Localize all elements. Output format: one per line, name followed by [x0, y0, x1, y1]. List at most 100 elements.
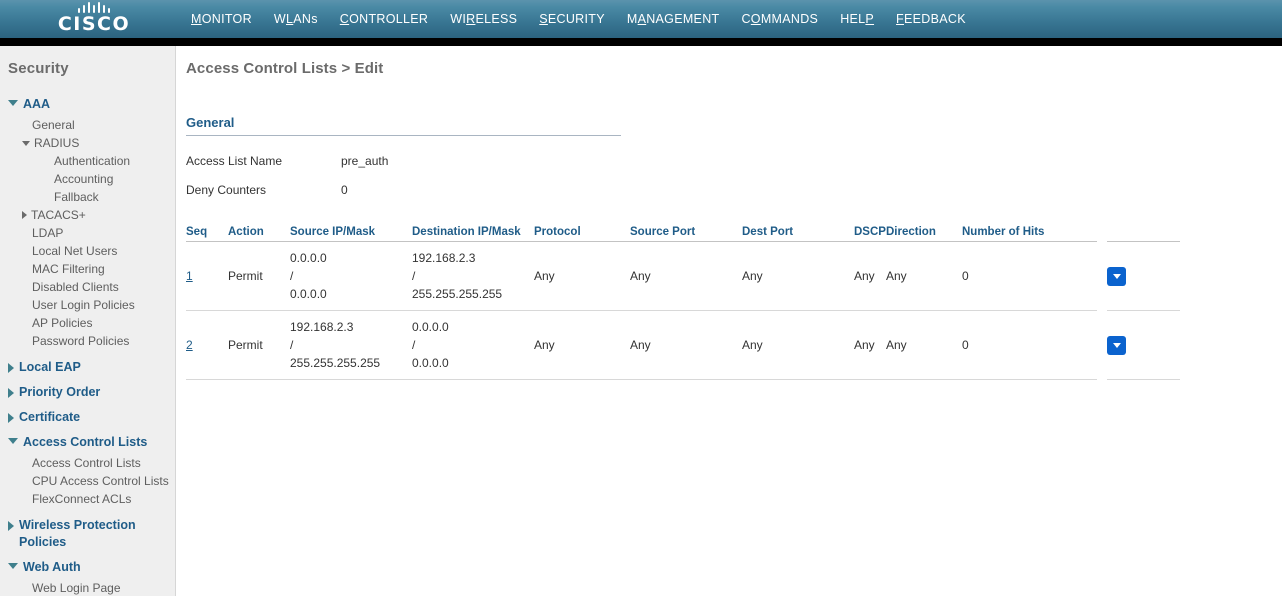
column-header-hits: Number of Hits — [962, 226, 1097, 242]
chevron-right-icon[interactable] — [8, 521, 14, 531]
sidebar-item-label: Fallback — [54, 190, 99, 204]
sidebar-item-web-auth[interactable]: Web Auth — [0, 556, 175, 579]
cell-dest-ip-mask: 192.168.2.3/255.255.255.255 — [412, 241, 534, 311]
main-navigation: MONITOR WLANs CONTROLLER WIRELESS SECURITY MA… — [180, 0, 977, 38]
page-body: Security AAA General RADIUS Authentication A… — [0, 46, 1282, 596]
cisco-logo: CISCO — [48, 2, 140, 35]
sidebar-item-user-login-policies[interactable]: User Login Policies — [0, 296, 175, 314]
table-row: 2 Permit 192.168.2.3/255.255.255.255 0.0.0.… — [186, 310, 1180, 380]
chevron-right-icon[interactable] — [22, 211, 27, 219]
nav-item-wlans[interactable]: WLANs — [263, 0, 329, 38]
column-header-gap — [1097, 226, 1107, 242]
cell-source-ip-mask-text: 0.0.0.0/0.0.0.0 — [290, 251, 327, 301]
sidebar-item-fallback[interactable]: Fallback — [0, 188, 175, 206]
seq-link[interactable]: 2 — [186, 338, 193, 352]
nav-item-label: MONITOR — [191, 11, 252, 26]
nav-item-management[interactable]: MANAGEMENT — [616, 0, 731, 38]
sidebar-item-radius[interactable]: RADIUS — [0, 134, 175, 152]
cell-direction: Any — [886, 241, 962, 311]
section-divider — [186, 135, 621, 136]
table-header-row: Seq Action Source IP/Mask Destination IP… — [186, 226, 1180, 242]
sidebar-item-label: Authentication — [54, 154, 131, 168]
sidebar-item-general[interactable]: General — [0, 116, 175, 134]
sidebar-item-wireless-protection-policies[interactable]: Wireless Protection Policies — [0, 514, 175, 554]
cell-source-ip-mask: 0.0.0.0/0.0.0.0 — [290, 241, 412, 311]
sidebar-item-label: AP Policies — [32, 316, 93, 330]
nav-item-security[interactable]: SECURITY — [528, 0, 616, 38]
table-row: 1 Permit 0.0.0.0/0.0.0.0 192.168.2.3/255.25… — [186, 241, 1180, 311]
sidebar-item-local-net-users[interactable]: Local Net Users — [0, 242, 175, 260]
sidebar-group-items: Web Login PageCertificate — [0, 579, 175, 596]
sidebar-item-aaa[interactable]: AAA — [0, 93, 175, 116]
cell-source-port: Any — [630, 310, 742, 380]
column-header-protocol: Protocol — [534, 226, 630, 242]
chevron-down-icon[interactable] — [8, 438, 18, 444]
cell-action: Permit — [228, 310, 290, 380]
sidebar-item-certificate[interactable]: Certificate — [0, 406, 175, 429]
nav-item-commands[interactable]: COMMANDS — [730, 0, 829, 38]
chevron-down-icon[interactable] — [8, 100, 18, 106]
app-header: CISCO MONITOR WLANs CONTROLLER WIRELESS SECU… — [0, 0, 1282, 38]
nav-item-label: HELP — [840, 11, 875, 26]
nav-item-label: WIRELESS — [450, 11, 518, 26]
chevron-down-icon[interactable] — [22, 140, 30, 146]
nav-item-help[interactable]: HELP — [829, 0, 885, 38]
sidebar-item-ldap[interactable]: LDAP — [0, 224, 175, 242]
sidebar-item-access-control-lists[interactable]: Access Control Lists — [0, 431, 175, 454]
main-content: Access Control Lists > Edit General Acce… — [176, 46, 1282, 596]
sidebar-group-label: Web Auth — [23, 560, 81, 574]
chevron-right-icon[interactable] — [8, 413, 14, 423]
sidebar-item-label: RADIUS — [34, 136, 80, 150]
nav-item-feedback[interactable]: FEEDBACK — [885, 0, 977, 38]
nav-item-wireless[interactable]: WIRELESS — [439, 0, 528, 38]
seq-link[interactable]: 1 — [186, 269, 193, 283]
sidebar-item-accounting[interactable]: Accounting — [0, 170, 175, 188]
sidebar-item-ap-policies[interactable]: AP Policies — [0, 314, 175, 332]
sidebar-group-label: Priority Order — [19, 385, 101, 399]
nav-item-monitor[interactable]: MONITOR — [180, 0, 263, 38]
cell-dscp: Any — [854, 241, 886, 311]
sidebar-group-label: Local EAP — [19, 360, 81, 374]
cell-dest-ip-mask-text: 0.0.0.0/0.0.0.0 — [412, 320, 449, 370]
chevron-right-icon[interactable] — [8, 363, 14, 373]
sidebar-item-priority-order[interactable]: Priority Order — [0, 381, 175, 404]
sidebar-item-web-login-page[interactable]: Web Login Page — [0, 579, 175, 596]
sidebar-group-aaa: AAA General RADIUS Authentication Accounting… — [0, 93, 175, 354]
cell-number-of-hits: 0 — [962, 310, 1097, 380]
access-list-name-label: Access List Name — [186, 153, 283, 168]
nav-item-label: CONTROLLER — [339, 11, 429, 26]
sidebar-item-password-policies[interactable]: Password Policies — [0, 332, 175, 350]
deny-counters-value: 0 — [341, 182, 348, 197]
sidebar-item-authentication[interactable]: Authentication — [0, 152, 175, 170]
row-menu-chevron-down-icon[interactable] — [1107, 266, 1126, 286]
breadcrumb: Access Control Lists > Edit — [186, 60, 384, 77]
acl-rules-table: Seq Action Source IP/Mask Destination IP… — [186, 226, 1180, 380]
cell-dest-port: Any — [742, 241, 854, 311]
sidebar-item-access-control-lists[interactable]: Access Control Lists — [0, 454, 175, 472]
chevron-right-icon[interactable] — [8, 388, 14, 398]
column-header-action: Action — [228, 226, 290, 242]
sidebar-item-disabled-clients[interactable]: Disabled Clients — [0, 278, 175, 296]
sidebar-item-flexconnect-acls[interactable]: FlexConnect ACLs — [0, 490, 175, 508]
sidebar-group-access-control-lists: Access Control Lists Access Control Lists… — [0, 431, 175, 512]
sidebar-item-label: TACACS+ — [31, 208, 86, 222]
sidebar-item-cpu-access-control-lists[interactable]: CPU Access Control Lists — [0, 472, 175, 490]
column-header-dest-ip: Destination IP/Mask — [412, 226, 534, 242]
cell-seq: 2 — [186, 310, 228, 380]
cell-action: Permit — [228, 241, 290, 311]
column-header-source-ip: Source IP/Mask — [290, 226, 412, 242]
cell-row-menu — [1107, 310, 1180, 380]
row-menu-chevron-down-icon[interactable] — [1107, 335, 1126, 355]
chevron-down-icon[interactable] — [8, 563, 18, 569]
nav-item-controller[interactable]: CONTROLLER — [329, 0, 439, 38]
cisco-bridge-icon — [48, 2, 140, 13]
cell-gap — [1097, 242, 1107, 311]
sidebar-item-label: Web Login Page — [32, 581, 121, 595]
sidebar-item-label: Password Policies — [32, 334, 130, 348]
sidebar-item-mac-filtering[interactable]: MAC Filtering — [0, 260, 175, 278]
sidebar-item-tacacs-[interactable]: TACACS+ — [0, 206, 175, 224]
column-header-source-port: Source Port — [630, 226, 742, 242]
sidebar-item-local-eap[interactable]: Local EAP — [0, 356, 175, 379]
column-header-dscp: DSCP — [854, 226, 886, 242]
sidebar-nav: AAA General RADIUS Authentication Accounting… — [0, 93, 175, 596]
